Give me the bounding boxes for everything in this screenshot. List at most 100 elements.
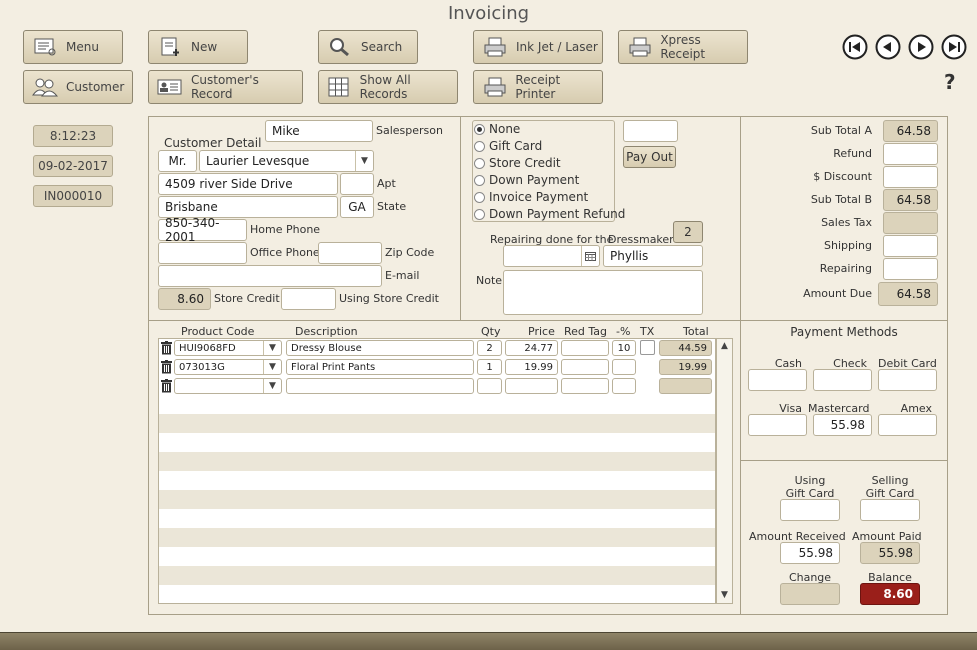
- zip-code-field[interactable]: [318, 242, 382, 264]
- home-phone-field[interactable]: 850-340-2001: [158, 216, 247, 244]
- qty-cell[interactable]: 2: [477, 340, 502, 356]
- red-tag-cell[interactable]: [561, 359, 609, 375]
- repair-date-field[interactable]: [503, 245, 600, 267]
- percent-cell[interactable]: 10: [612, 340, 636, 356]
- description-cell[interactable]: Floral Print Pants: [286, 359, 474, 375]
- amount-received-field[interactable]: 55.98: [780, 542, 840, 564]
- inkjet-laser-button[interactable]: Ink Jet / Laser: [473, 30, 603, 64]
- price-cell[interactable]: 19.99: [505, 359, 558, 375]
- debit-card-field[interactable]: [878, 369, 937, 391]
- radio-none[interactable]: None: [474, 122, 520, 136]
- new-button[interactable]: New: [148, 30, 248, 64]
- trash-icon[interactable]: [161, 360, 172, 374]
- subtotal-a-label: Sub Total A: [810, 124, 872, 137]
- search-label: Search: [361, 40, 403, 54]
- discount-label: $ Discount: [813, 170, 872, 183]
- radio-selected-icon: [474, 123, 485, 135]
- pay-out-amount-field[interactable]: [623, 120, 678, 142]
- address-field[interactable]: 4509 river Side Drive: [158, 173, 338, 195]
- price-cell[interactable]: [505, 378, 558, 394]
- state-label: State: [377, 200, 407, 213]
- city-field[interactable]: Brisbane: [158, 196, 338, 218]
- receipt-printer-button[interactable]: Receipt Printer: [473, 70, 603, 104]
- trash-icon[interactable]: [161, 341, 172, 355]
- shipping-label: Shipping: [824, 239, 872, 252]
- percent-cell[interactable]: [612, 378, 636, 394]
- price-cell[interactable]: 24.77: [505, 340, 558, 356]
- state-field[interactable]: GA: [340, 196, 374, 218]
- chevron-down-icon[interactable]: ▼: [263, 341, 281, 355]
- tax-checkbox[interactable]: [640, 340, 655, 355]
- apt-field[interactable]: [340, 173, 374, 195]
- customer-button[interactable]: Customer: [23, 70, 133, 104]
- amex-field[interactable]: [878, 414, 937, 436]
- first-record-icon[interactable]: [842, 34, 868, 60]
- menu-button[interactable]: Menu: [23, 30, 123, 64]
- qty-cell[interactable]: 1: [477, 359, 502, 375]
- office-phone-field[interactable]: [158, 242, 247, 264]
- product-code-cell[interactable]: 073013G ▼: [174, 359, 282, 375]
- previous-record-icon[interactable]: [875, 34, 901, 60]
- visa-field[interactable]: [748, 414, 807, 436]
- using-store-credit-field[interactable]: [281, 288, 336, 310]
- salesperson-field[interactable]: Mike: [265, 120, 373, 142]
- help-icon[interactable]: ?: [944, 70, 956, 94]
- scroll-down-icon[interactable]: ▼: [717, 588, 732, 602]
- next-record-icon[interactable]: [908, 34, 934, 60]
- customer-record-button[interactable]: Customer's Record: [148, 70, 303, 104]
- search-button[interactable]: Search: [318, 30, 418, 64]
- radio-icon: [474, 140, 485, 152]
- dressmaker-field[interactable]: Phyllis: [603, 245, 703, 267]
- repairing-field[interactable]: [883, 258, 938, 280]
- radio-store-credit[interactable]: Store Credit: [474, 156, 561, 170]
- customer-name-value: Laurier Levesque: [206, 154, 310, 168]
- radio-down-payment[interactable]: Down Payment: [474, 173, 579, 187]
- selling-gift-card-field[interactable]: [860, 499, 920, 521]
- percent-cell[interactable]: [612, 359, 636, 375]
- status-bar: [0, 632, 977, 650]
- header-qty: Qty: [481, 325, 501, 338]
- header-description: Description: [295, 325, 358, 338]
- customer-title-field[interactable]: Mr.: [158, 150, 197, 172]
- pay-out-button[interactable]: Pay Out: [623, 146, 676, 168]
- xpress-receipt-button[interactable]: Xpress Receipt: [618, 30, 748, 64]
- red-tag-cell[interactable]: [561, 340, 609, 356]
- radio-invoice-payment[interactable]: Invoice Payment: [474, 190, 588, 204]
- radio-down-payment-refund[interactable]: Down Payment Refund: [474, 207, 625, 221]
- apt-label: Apt: [377, 177, 396, 190]
- table-row: [159, 395, 715, 414]
- mastercard-field[interactable]: 55.98: [813, 414, 872, 436]
- chevron-down-icon[interactable]: ▼: [263, 379, 281, 393]
- using-gift-card-field[interactable]: [780, 499, 840, 521]
- email-field[interactable]: [158, 265, 382, 287]
- note-field[interactable]: [503, 270, 703, 315]
- radio-gift-card-label: Gift Card: [489, 139, 543, 153]
- selling-gift-card-label: Selling Gift Card: [860, 474, 920, 500]
- product-code-cell[interactable]: HUI9068FD ▼: [174, 340, 282, 356]
- trash-icon[interactable]: [161, 379, 172, 393]
- last-record-icon[interactable]: [941, 34, 967, 60]
- customer-name-field[interactable]: Laurier Levesque ▼: [199, 150, 374, 172]
- scroll-up-icon[interactable]: ▲: [717, 339, 732, 353]
- header-product-code: Product Code: [181, 325, 255, 338]
- description-cell[interactable]: Dressy Blouse: [286, 340, 474, 356]
- menu-icon: [32, 36, 58, 58]
- description-cell[interactable]: [286, 378, 474, 394]
- show-all-records-button[interactable]: Show All Records: [318, 70, 458, 104]
- red-tag-cell[interactable]: [561, 378, 609, 394]
- table-scrollbar[interactable]: [716, 338, 733, 604]
- check-field[interactable]: [813, 369, 872, 391]
- chevron-down-icon[interactable]: ▼: [355, 151, 373, 171]
- discount-field[interactable]: [883, 166, 938, 188]
- radio-none-label: None: [489, 122, 521, 136]
- qty-cell[interactable]: [477, 378, 502, 394]
- radio-gift-card[interactable]: Gift Card: [474, 139, 542, 153]
- refund-field[interactable]: [883, 143, 938, 165]
- shipping-field[interactable]: [883, 235, 938, 257]
- calendar-icon[interactable]: [581, 246, 599, 266]
- chevron-down-icon[interactable]: ▼: [263, 360, 281, 374]
- product-code-cell[interactable]: ▼: [174, 378, 282, 394]
- table-row: [159, 414, 715, 433]
- using-store-credit-label: Using Store Credit: [339, 292, 439, 305]
- cash-field[interactable]: [748, 369, 807, 391]
